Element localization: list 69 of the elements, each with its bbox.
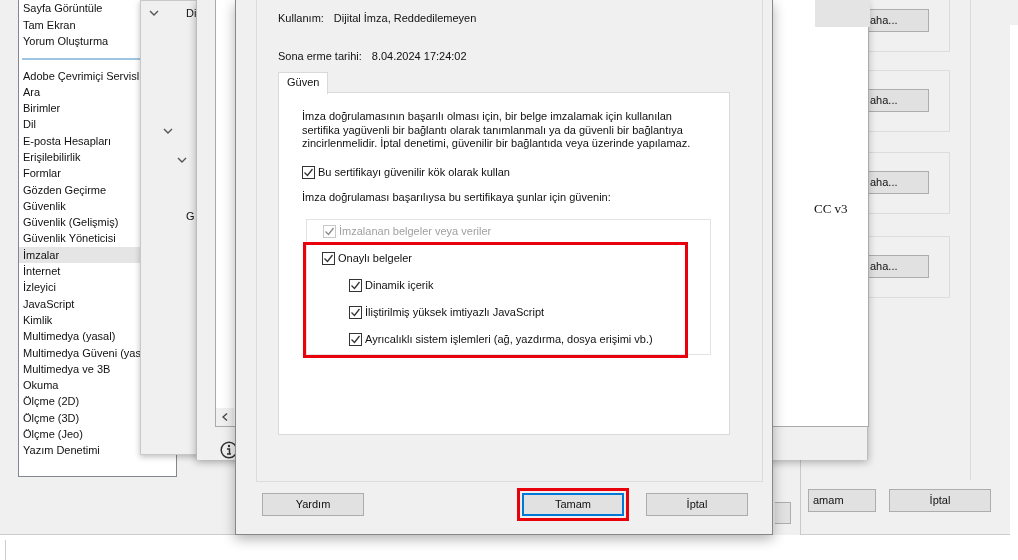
category-item[interactable]: Gözden Geçirme <box>19 181 140 198</box>
checkbox[interactable] <box>302 165 315 179</box>
category-item[interactable]: Tam Ekran <box>19 16 80 33</box>
checkmark-icon <box>323 253 334 264</box>
category-item[interactable]: JavaScript <box>19 295 140 312</box>
chevron-down-icon[interactable] <box>149 10 159 16</box>
category-item[interactable]: İnternet <box>19 263 140 280</box>
checkbox[interactable] <box>349 333 362 346</box>
expiry-value: 8.04.2024 17:24:02 <box>371 49 467 64</box>
category-item[interactable]: E-posta Hesapları <box>19 132 140 149</box>
usage-label: Kullanım: <box>278 11 324 26</box>
category-item[interactable]: Ölçme (2D) <box>19 393 140 410</box>
checkbox-label: İliştirilmiş yüksek imtiyazlı JavaScript <box>365 305 545 321</box>
expiry-label: Sona erme tarihi: <box>278 49 362 64</box>
category-item[interactable]: Multimedya Güveni (yas <box>19 344 140 361</box>
category-item[interactable]: Multimedya ve 3B <box>19 360 140 378</box>
dialog-button[interactable]: Yardım <box>262 493 364 516</box>
checkbox-label: Ayrıcalıklı sistem işlemleri (ağ, yazdırma, dosya erişimi vb.) <box>365 332 653 348</box>
more-button[interactable]: aha... <box>869 171 929 194</box>
checkbox[interactable] <box>349 279 362 292</box>
checkbox-label: Dinamik içerik <box>365 278 434 294</box>
checkmark-icon <box>350 307 361 318</box>
category-item[interactable]: Multimedya (yasal) <box>19 328 140 345</box>
more-button[interactable]: aha... <box>869 89 929 112</box>
checkmark-icon <box>350 334 361 345</box>
checkmark-icon <box>350 280 361 291</box>
usage-value: Dijital İmza, Reddedilemeyen <box>333 11 477 26</box>
category-item[interactable]: Ara <box>19 83 140 101</box>
category-item[interactable]: İzleyici <box>19 279 140 296</box>
category-item[interactable]: Dil <box>19 116 140 133</box>
category-item[interactable]: Ölçme (3D) <box>19 409 140 427</box>
chevron-down-icon[interactable] <box>177 157 187 163</box>
trust-heading: İmza doğrulaması başarılıysa bu sertifikaya şunlar için güvenin: <box>302 190 611 205</box>
category-item[interactable]: İmzalar <box>19 246 140 264</box>
cancel-button[interactable]: İptal <box>889 489 991 512</box>
tab[interactable]: Güven <box>278 72 329 94</box>
more-button[interactable]: aha... <box>869 255 929 278</box>
checkbox-label: Onaylı belgeler <box>338 251 412 267</box>
checkbox[interactable] <box>349 306 362 319</box>
category-item[interactable]: Kimlik <box>19 311 140 329</box>
checkbox-label: Bu sertifikayı güvenilir kök olarak kullan <box>318 165 510 180</box>
caret-left-icon <box>222 413 228 421</box>
category-item[interactable]: Ölçme (Jeo) <box>19 426 140 443</box>
category-item[interactable]: Erişilebilirlik <box>19 149 140 166</box>
category-item[interactable]: Sayfa Görüntüle <box>19 0 107 17</box>
checkmark-icon <box>303 166 314 178</box>
category-item[interactable]: Güvenlik Yöneticisi <box>19 230 140 247</box>
category-item[interactable]: Güvenlik <box>19 197 140 215</box>
section-label: G <box>186 209 195 224</box>
category-item[interactable]: Okuma <box>19 377 140 394</box>
checkbox-label: İmzalanan belgeler veya veriler <box>339 224 492 240</box>
scroll-left-button[interactable] <box>216 408 234 426</box>
dialog-button[interactable]: İptal <box>646 493 748 516</box>
dialog-button[interactable]: Tamam <box>522 493 624 516</box>
section-label: Di <box>186 6 197 21</box>
more-button[interactable]: aha... <box>869 9 929 32</box>
category-item[interactable]: Yazım Denetimi <box>19 442 140 459</box>
category-item[interactable]: Formlar <box>19 165 140 182</box>
description-text: İmza doğrulamasının başarılı olması için, bir belge imzalamak için kullanılan sertifika yagüvenli bir bağlantı olarak tanımlanmalı ya da güvenli bir bağlantıya zincirlenmelidir. İptal denetimi, güvenilir bir bağlantıda veya üzerinde yapılamaz. <box>302 110 692 151</box>
checkmark-icon <box>324 226 335 237</box>
certificate-name: CC v3 <box>814 200 848 218</box>
info-icon <box>220 441 238 459</box>
chevron-down-icon[interactable] <box>163 128 173 134</box>
checkbox[interactable] <box>322 252 335 265</box>
category-item[interactable]: Birimler <box>19 100 140 117</box>
category-item[interactable]: Güvenlik (Gelişmiş) <box>19 214 140 231</box>
ok-button[interactable]: amam <box>808 489 876 512</box>
category-item[interactable]: Yorum Oluşturma <box>19 33 113 50</box>
category-item[interactable]: Adobe Çevrimiçi Servisl <box>19 67 140 84</box>
